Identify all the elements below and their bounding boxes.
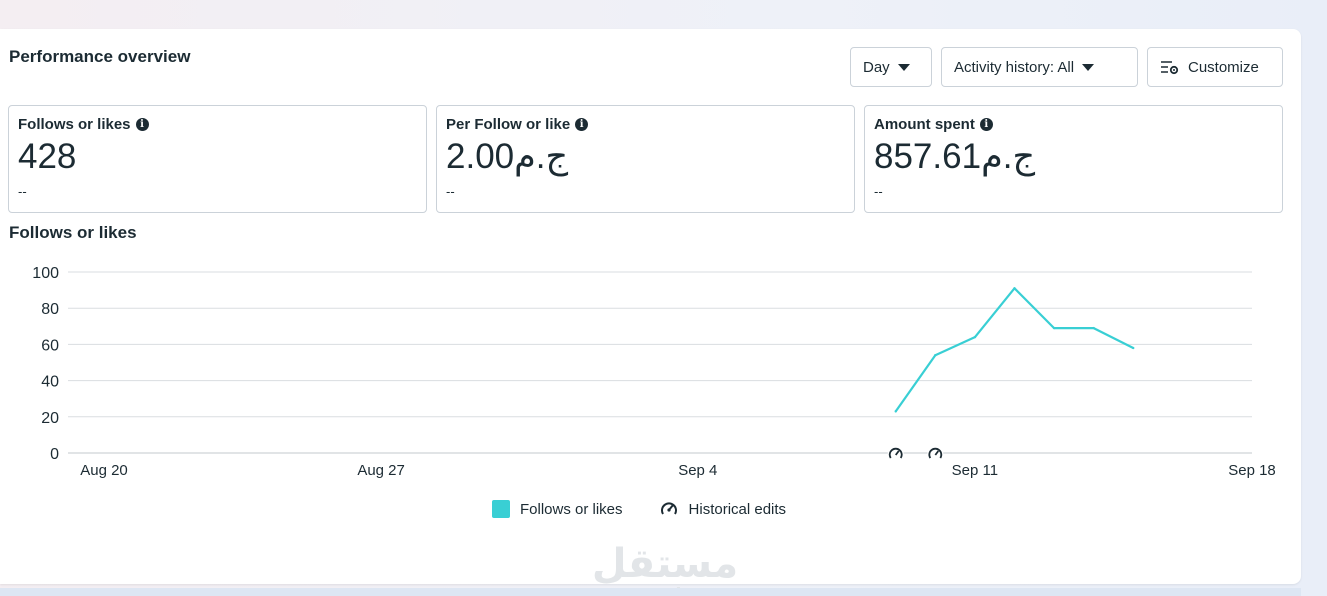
y-tick-label: 60: [41, 337, 59, 354]
historical-edit-marker: [927, 446, 944, 462]
y-tick-label: 40: [41, 374, 59, 391]
x-tick-label: Sep 11: [952, 462, 998, 479]
data-point: [1052, 326, 1056, 330]
legend-item-historical-edits[interactable]: Historical edits: [659, 499, 787, 519]
y-tick-label: 20: [41, 410, 59, 427]
data-point: [934, 354, 937, 357]
x-tick-label: Aug 20: [80, 462, 128, 479]
y-tick-label: 100: [32, 265, 59, 282]
legend-swatch: [492, 500, 510, 518]
watermark-arabic: مستقل: [591, 541, 739, 587]
follows-line-chart: 0 20 40 60 80 100 Aug 20 Aug 27 Sep 4 Sep 11 Sep 1…: [32, 265, 1276, 479]
legend-label: Follows or likes: [520, 500, 623, 518]
x-tick-label: Sep 18: [1228, 462, 1276, 479]
y-tick-label: 0: [50, 446, 59, 463]
legend-label: Historical edits: [688, 500, 787, 518]
chart-legend: Follows or likes Historical edits: [492, 499, 812, 519]
next-card-edge: [0, 588, 1301, 596]
historical-edit-marker: [887, 446, 904, 462]
x-tick-label: Sep 4: [678, 462, 717, 479]
performance-card: Performance overview Day Activity histor…: [0, 29, 1301, 596]
x-tick-label: Aug 27: [357, 462, 405, 479]
data-point: [1013, 287, 1016, 290]
data-point: [1132, 346, 1135, 350]
data-point: [973, 335, 977, 339]
series-line-follows: [894, 287, 1134, 413]
y-tick-label: 80: [41, 301, 59, 318]
legend-item-follows[interactable]: Follows or likes: [492, 500, 623, 518]
gauge-icon: [660, 502, 677, 515]
data-point: [1092, 326, 1095, 330]
data-point: [894, 410, 897, 413]
